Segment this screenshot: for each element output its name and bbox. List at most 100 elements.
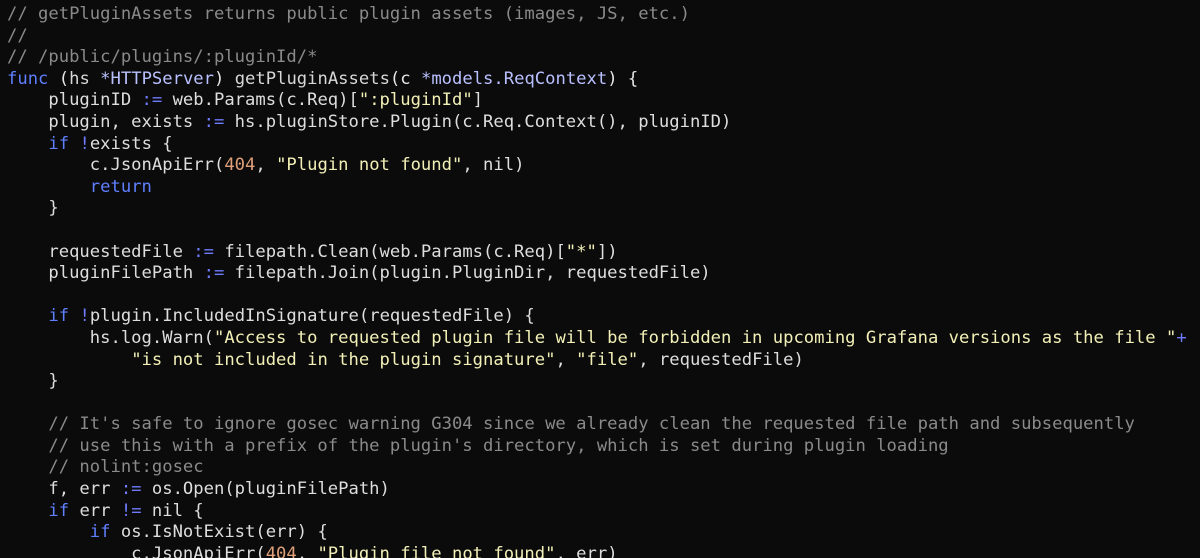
code-token-string: "is not included in the plugin signature…: [131, 349, 556, 370]
code-token-operator: :=: [141, 90, 163, 111]
code-token-operator: :=: [203, 111, 225, 132]
code-token-operator: :=: [203, 263, 225, 284]
code-line[interactable]: return: [7, 177, 1187, 199]
code-token-operator: !: [79, 133, 90, 154]
code-line[interactable]: if !plugin.IncludedInSignature(requested…: [7, 306, 1187, 328]
code-token-keyword: return: [89, 176, 152, 197]
code-token-operator: :=: [120, 479, 142, 500]
code-line[interactable]: f, err := os.Open(pluginFilePath): [7, 479, 1187, 501]
code-line[interactable]: pluginFilePath := filepath.Join(plugin.P…: [7, 263, 1187, 285]
code-token-plain: requestedFile: [7, 241, 194, 262]
code-token-plain: }: [7, 198, 59, 219]
code-line[interactable]: // getPluginAssets returns public plugin…: [7, 4, 1187, 26]
code-line[interactable]: pluginID := web.Params(c.Req)[":pluginId…: [7, 90, 1187, 112]
code-token-keyword: if: [89, 522, 111, 543]
code-token-punct: ) {: [607, 68, 639, 89]
code-token-punct: (c: [389, 68, 421, 89]
code-line[interactable]: hs.log.Warn("Access to requested plugin …: [7, 328, 1187, 350]
code-line[interactable]: }: [7, 198, 1187, 220]
code-line[interactable]: c.JsonApiErr(404, "Plugin file not found…: [7, 544, 1187, 558]
code-token-plain: hs.log.Warn(: [7, 327, 214, 348]
code-token-plain: filepath.Join(plugin.PluginDir, requeste…: [224, 263, 711, 284]
code-token-plain: os.IsNotExist(err) {: [110, 522, 328, 543]
code-line[interactable]: // use this with a prefix of the plugin'…: [7, 436, 1187, 458]
code-line[interactable]: if os.IsNotExist(err) {: [7, 522, 1187, 544]
code-line[interactable]: "is not included in the plugin signature…: [7, 350, 1187, 372]
code-token-number: 404: [265, 543, 297, 558]
code-token-keyword: func: [7, 68, 49, 89]
code-line[interactable]: // /public/plugins/:pluginId/*: [7, 47, 1187, 69]
code-token-plain: hs.pluginStore.Plugin(c.Req.Context(), p…: [224, 111, 732, 132]
code-token-operator: +: [1176, 327, 1187, 348]
code-token-plain: exists {: [89, 133, 173, 154]
code-line[interactable]: [7, 285, 1187, 307]
code-token-string: "Access to requested plugin file will be…: [213, 327, 1177, 348]
code-token-operator: !: [79, 306, 90, 327]
code-view[interactable]: // getPluginAssets returns public plugin…: [7, 4, 1187, 558]
code-token-punct: (: [48, 68, 70, 89]
code-token-comment: // getPluginAssets returns public plugin…: [7, 4, 690, 24]
code-line[interactable]: requestedFile := filepath.Clean(web.Para…: [7, 242, 1187, 264]
code-token-type: *models.ReqContext: [420, 68, 608, 89]
code-token-punct: ): [214, 68, 235, 89]
code-token-plain: , nil): [462, 155, 525, 176]
code-token-comment: // nolint:gosec: [7, 457, 204, 478]
code-line[interactable]: plugin, exists := hs.pluginStore.Plugin(…: [7, 112, 1187, 134]
code-token-plain: ,: [296, 543, 318, 558]
code-token-comment: //: [7, 25, 28, 46]
code-token-comment: // /public/plugins/:pluginId/*: [7, 47, 318, 68]
code-token-plain: filepath.Clean(web.Params(c.Req)[: [213, 241, 566, 262]
code-token-plain: web.Params(c.Req)[: [162, 90, 359, 111]
code-token-operator: :=: [193, 241, 214, 262]
code-token-type: *HTTPServer: [100, 68, 214, 89]
code-line[interactable]: }: [7, 371, 1187, 393]
code-token-string: "Plugin not found": [276, 155, 463, 176]
code-token-plain: , err): [555, 543, 618, 558]
code-line[interactable]: [7, 393, 1187, 415]
code-token-func: getPluginAssets: [234, 68, 390, 89]
code-token-keyword: if: [48, 306, 70, 327]
code-token-plain: pluginID: [7, 90, 142, 111]
code-token-operator: !=: [120, 500, 142, 521]
code-token-punct: [90, 69, 100, 89]
code-token-plain: c.JsonApiErr(: [7, 155, 225, 176]
code-token-string: ":pluginId": [358, 90, 473, 111]
code-token-ident: hs: [69, 68, 90, 89]
code-token-keyword: if: [48, 500, 70, 521]
code-token-plain: err: [69, 500, 121, 521]
code-token-plain: nil {: [141, 500, 204, 521]
code-token-string: "*": [565, 241, 597, 262]
code-token-plain: ,: [255, 155, 277, 176]
code-token-plain: , requestedFile): [638, 349, 804, 370]
code-token-comment: // It's safe to ignore gosec warning G30…: [7, 414, 1135, 435]
code-token-string: "file": [576, 349, 639, 370]
code-token-plain: ]: [472, 90, 484, 111]
code-token-plain: f, err: [7, 479, 121, 500]
code-token-string: "Plugin file not found": [317, 543, 556, 558]
code-line[interactable]: if !exists {: [7, 134, 1187, 156]
code-line[interactable]: c.JsonApiErr(404, "Plugin not found", ni…: [7, 155, 1187, 177]
code-token-plain: os.Open(pluginFilePath): [141, 479, 390, 500]
code-token-number: 404: [224, 155, 256, 176]
code-token-plain: plugin.IncludedInSignature(requestedFile…: [89, 306, 535, 327]
code-token-plain: ,: [555, 349, 577, 370]
code-line[interactable]: func (hs *HTTPServer) getPluginAssets(c …: [7, 69, 1187, 91]
code-token-plain: ]): [596, 241, 618, 262]
code-token-plain: pluginFilePath: [7, 263, 204, 284]
code-token-comment: // use this with a prefix of the plugin'…: [7, 435, 949, 456]
code-token-plain: c.JsonApiErr(: [7, 543, 266, 558]
code-line[interactable]: if err != nil {: [7, 501, 1187, 523]
code-editor[interactable]: // getPluginAssets returns public plugin…: [0, 0, 1200, 558]
code-token-plain: plugin, exists: [7, 111, 204, 132]
code-line[interactable]: // It's safe to ignore gosec warning G30…: [7, 414, 1187, 436]
code-token-keyword: if: [48, 133, 70, 154]
code-line[interactable]: // nolint:gosec: [7, 457, 1187, 479]
code-line[interactable]: [7, 220, 1187, 242]
code-line[interactable]: //: [7, 26, 1187, 48]
